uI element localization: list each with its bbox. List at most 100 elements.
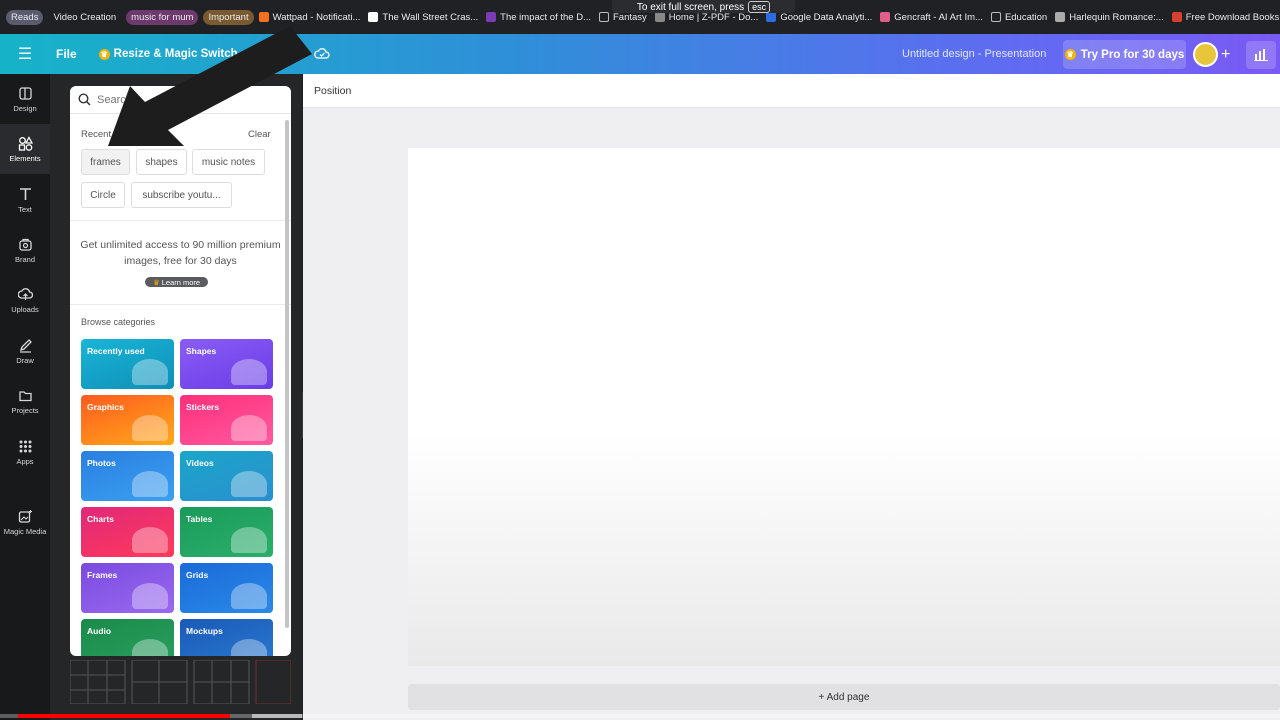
sidebar-item-apps[interactable]: Apps (0, 427, 50, 477)
sidebar-item-label: Elements (9, 153, 41, 163)
category-tile-charts[interactable]: Charts (81, 507, 174, 557)
category-tile-frames[interactable]: Frames (81, 563, 174, 613)
try-pro-label: Try Pro for 30 days (1080, 48, 1185, 61)
avatar[interactable] (1193, 42, 1218, 67)
recent-search-tag[interactable]: Circle (81, 182, 125, 208)
bookmark-label: Home | Z-PDF - Do... (668, 11, 759, 23)
category-tile-mockups[interactable]: Mockups (180, 619, 273, 656)
file-menu[interactable]: File (56, 47, 77, 61)
bookmark-label: Wattpad - Notificati... (272, 11, 361, 23)
category-illustration (231, 527, 267, 553)
learn-more-button[interactable]: ♛ Learn more (145, 277, 208, 287)
sidebar-item-label: Draw (16, 355, 34, 365)
sidebar-item-design[interactable]: Design (0, 74, 50, 124)
bookmark-chip[interactable]: Important (203, 9, 254, 25)
search-icon (78, 93, 91, 106)
design-title[interactable]: Untitled design - Presentation (902, 48, 1046, 60)
context-toolbar: Position (303, 74, 1280, 108)
sidebar-item-label: Apps (16, 456, 34, 466)
recent-search-tag[interactable]: music notes (192, 149, 265, 175)
category-illustration (231, 359, 267, 385)
bookmark-item[interactable]: The impact of the D... (486, 12, 591, 23)
category-tile-stickers[interactable]: Stickers (180, 395, 273, 445)
sidebar-item-draw[interactable]: Draw (0, 326, 50, 376)
video-buffer (252, 714, 302, 718)
bookmark-item[interactable]: Harlequin Romance:... (1055, 12, 1164, 23)
sidebar-item-uploads[interactable]: Uploads (0, 275, 50, 325)
plus-icon[interactable]: + (1221, 46, 1230, 64)
category-tile-grids[interactable]: Grids (180, 563, 273, 613)
favicon-icon (486, 12, 497, 22)
bookmark-item[interactable]: Free Download Books (1171, 11, 1280, 23)
category-illustration (231, 639, 267, 656)
learn-more-label: Learn more (161, 277, 201, 287)
recent-search-tag[interactable]: frames (81, 149, 130, 175)
sidebar-item-label: Uploads (11, 304, 39, 314)
bookmark-chip[interactable]: music for mum (126, 9, 199, 25)
bookmark-item[interactable]: Education (990, 12, 1047, 23)
category-illustration (231, 415, 267, 441)
bookmark-label: Free Download Books (1185, 11, 1280, 23)
category-tile-tables[interactable]: Tables (180, 507, 273, 557)
editor-topbar: ☰ File ♛ Resize & Magic Switch Untitled … (0, 34, 1280, 74)
browse-categories-heading: Browse categories (81, 317, 156, 327)
elements-panel: Recent Clear framesshapesmusic notes Circ… (70, 86, 291, 656)
resize-button[interactable]: ♛ Resize & Magic Switch (98, 48, 238, 60)
category-tile-graphics[interactable]: Graphics (81, 395, 174, 445)
sidebar-item-projects[interactable]: Projects (0, 376, 50, 426)
bookmark-label: Harlequin Romance:... (1069, 11, 1164, 23)
magic-media-icon (18, 509, 32, 523)
recent-search-tag[interactable]: subscribe youtu... (131, 182, 232, 208)
bookmark-chip[interactable]: Video Creation (48, 9, 122, 25)
favicon-icon (1171, 12, 1182, 22)
bookmark-item[interactable]: Fantasy (598, 12, 647, 23)
cloud-save-icon[interactable] (314, 46, 330, 62)
projects-icon (18, 390, 32, 401)
bookmark-item[interactable]: The Wall Street Cras... (368, 12, 478, 23)
bookmark-item[interactable]: Home | Z-PDF - Do... (654, 11, 759, 23)
panel-scrollbar[interactable] (285, 120, 289, 628)
crown-icon: ♛ (98, 48, 110, 60)
search-input[interactable] (97, 93, 267, 106)
divider (70, 220, 291, 221)
bookmark-chip[interactable]: Reads (6, 9, 44, 25)
menu-icon[interactable]: ☰ (0, 44, 50, 64)
category-label: Audio (87, 626, 112, 636)
sidebar-item-magic-media[interactable]: Magic Media (0, 497, 50, 547)
category-label: Mockups (186, 626, 223, 636)
fullscreen-notice: To exit full screen, press esc (612, 0, 795, 13)
clear-recent-button[interactable]: Clear (248, 129, 271, 140)
category-label: Graphics (87, 402, 124, 412)
divider (70, 304, 291, 305)
design-page[interactable] (408, 148, 1280, 666)
sidebar-item-label: Brand (14, 254, 35, 264)
search-bar (70, 86, 291, 114)
add-page-button[interactable]: + Add page (408, 684, 1280, 710)
text-icon (19, 187, 31, 200)
category-tile-shapes[interactable]: Shapes (180, 339, 273, 389)
category-tile-recently-used[interactable]: Recently used (81, 339, 174, 389)
bookmark-label: Google Data Analyti... (780, 11, 873, 23)
category-tile-videos[interactable]: Videos (180, 451, 273, 501)
category-tile-photos[interactable]: Photos (81, 451, 174, 501)
bookmark-item[interactable]: Gencraft - AI Art Im... (880, 12, 983, 23)
bookmark-item[interactable]: Wattpad - Notificati... (258, 11, 361, 23)
sidebar-item-brand[interactable]: Brand (0, 225, 50, 275)
sidebar-item-text[interactable]: Text (0, 175, 50, 225)
category-label: Grids (186, 570, 209, 580)
design-icon (18, 86, 32, 100)
position-button[interactable]: Position (314, 85, 351, 97)
elements-icon (18, 135, 33, 151)
category-tile-audio[interactable]: Audio (81, 619, 174, 656)
sidebar-item-elements[interactable]: Elements (0, 124, 50, 174)
video-progress-bar[interactable] (0, 714, 1280, 718)
try-pro-button[interactable]: ♛ Try Pro for 30 days (1063, 40, 1186, 69)
recent-search-tag[interactable]: shapes (136, 149, 187, 175)
bookmark-item[interactable]: Google Data Analyti... (766, 12, 872, 23)
stats-button[interactable] (1246, 41, 1276, 69)
promo-text: Get unlimited access to 90 million premi… (80, 239, 281, 267)
sidebar-item-label: Design (13, 103, 37, 113)
category-illustration (132, 583, 168, 609)
category-label: Frames (87, 570, 118, 580)
category-illustration (132, 471, 168, 497)
